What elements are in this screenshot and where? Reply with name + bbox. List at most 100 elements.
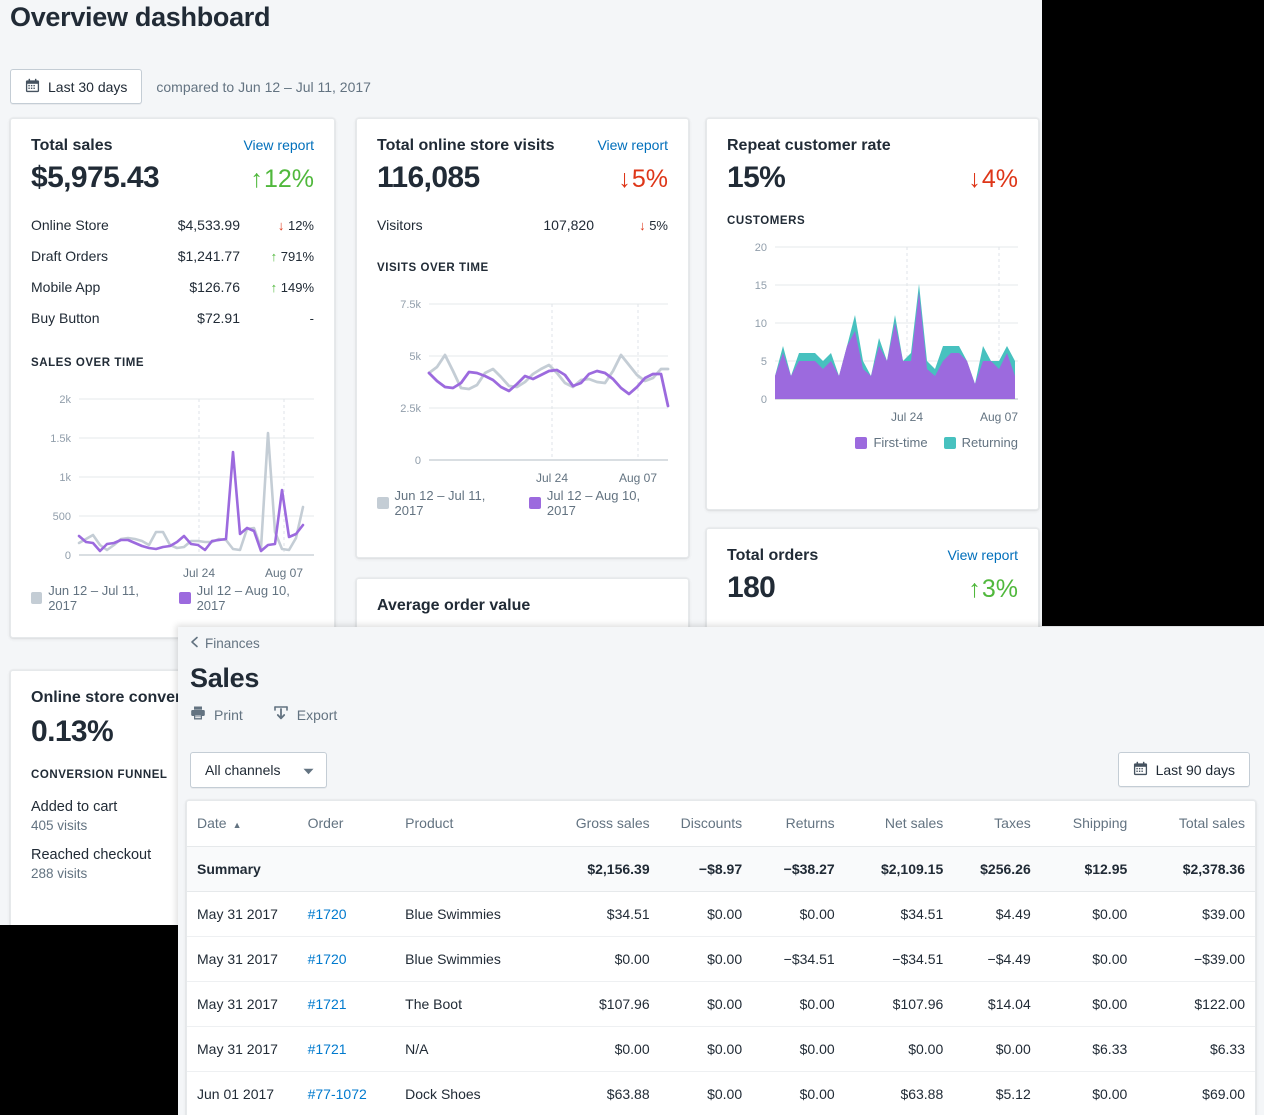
table-row: Online Store $4,533.99 ↓ 12% [31, 217, 314, 248]
card-repeat-customer-rate: Repeat customer rate 15% ↓ 4% CUSTOMERS 2… [706, 118, 1039, 510]
table-row[interactable]: Jun 01 2017 #77-1072 Dock Shoes $63.88 $… [187, 1071, 1255, 1115]
table-row[interactable]: May 31 2017 #1720 Blue Swimmies $34.51 $… [187, 891, 1255, 937]
visits-over-time-label: VISITS OVER TIME [377, 262, 489, 274]
order-link[interactable]: #1721 [308, 1041, 347, 1057]
date-range-row: Last 30 days compared to Jun 12 – Jul 11… [10, 69, 371, 104]
sales-page-title: Sales [190, 663, 260, 693]
column-header-discounts[interactable]: Discounts [659, 801, 753, 847]
legend-item: Jul 12 – Aug 10, 2017 [529, 488, 668, 518]
total-orders-delta-value: 3% [981, 575, 1018, 603]
breadcrumb[interactable]: Finances [190, 636, 260, 651]
column-header-shipping[interactable]: Shipping [1040, 801, 1138, 847]
column-header-returns[interactable]: Returns [752, 801, 845, 847]
print-button[interactable]: Print [190, 705, 243, 724]
cell-product: Blue Swimmies [395, 936, 546, 982]
arrow-up-icon: ↑ [270, 280, 278, 295]
customers-area-chart: 20 15 10 5 0 Jul 24 Aug 07 [727, 235, 1019, 433]
svg-text:1.5k: 1.5k [50, 433, 71, 445]
repeat-rate-title: Repeat customer rate [727, 137, 891, 154]
summary-order [297, 846, 396, 892]
table-row: Mobile App $126.76 ↑ 149% [31, 279, 314, 310]
column-header-taxes[interactable]: Taxes [953, 801, 1041, 847]
table-row[interactable]: May 31 2017 #1721 The Boot $107.96 $0.00… [187, 981, 1255, 1027]
cell-order: #1721 [297, 981, 396, 1027]
customers-chart-legend: First-time Returning [727, 435, 1018, 450]
cell-total: $6.33 [1137, 1026, 1255, 1072]
svg-text:2.5k: 2.5k [400, 403, 421, 415]
total-orders-delta: ↑ 3% [968, 575, 1018, 604]
column-header-gross-sales[interactable]: Gross sales [546, 801, 660, 847]
all-channels-select[interactable]: All channels [190, 752, 327, 788]
cell-order: #1720 [297, 891, 396, 937]
total-sales-breakdown: Online Store $4,533.99 ↓ 12% Draft Order… [31, 217, 314, 341]
table-row: Buy Button $72.91 - [31, 310, 314, 341]
table-summary-row: Summary $2,156.39 −$8.97 −$38.27 $2,109.… [187, 846, 1255, 892]
total-orders-value-row: 180 ↑ 3% [727, 571, 1018, 605]
visits-view-report-link[interactable]: View report [597, 137, 668, 153]
sales-table: Date ▲ Order Product Gross sales Discount… [187, 801, 1255, 1115]
visits-delta-value: 5% [631, 165, 668, 193]
breakdown-name: Visitors [377, 217, 423, 233]
export-button[interactable]: Export [273, 705, 337, 724]
table-row[interactable]: May 31 2017 #1720 Blue Swimmies $0.00 $0… [187, 936, 1255, 982]
cell-gross: $34.51 [546, 891, 660, 937]
svg-text:20: 20 [755, 242, 767, 254]
svg-text:500: 500 [53, 511, 71, 523]
breakdown-value: 107,820 [543, 217, 594, 233]
arrow-up-icon: ↑ [250, 165, 263, 193]
order-link[interactable]: #77-1072 [308, 1086, 367, 1102]
breakdown-value: $4,533.99 [177, 217, 240, 233]
cell-net: $107.96 [844, 981, 954, 1027]
order-link[interactable]: #1720 [308, 951, 347, 967]
total-sales-view-report-link[interactable]: View report [243, 137, 314, 153]
repeat-rate-delta-value: 4% [981, 165, 1018, 193]
customers-area-chart-svg: 20 15 10 5 0 Jul 24 Aug 07 [755, 242, 1019, 424]
summary-total: $2,378.36 [1137, 846, 1255, 892]
cell-product: Blue Swimmies [395, 891, 546, 937]
breakdown-value: $72.91 [197, 310, 240, 326]
column-header-date[interactable]: Date ▲ [187, 801, 298, 847]
cell-total: $122.00 [1137, 981, 1255, 1027]
total-sales-delta: ↑ 12% [250, 165, 314, 194]
sales-line-chart-svg: 2k 1.5k 1k 500 0 Jul 24 Aug 07 [50, 394, 314, 580]
cell-product: Dock Shoes [395, 1071, 546, 1115]
column-header-net-sales[interactable]: Net sales [844, 801, 954, 847]
cell-gross: $63.88 [546, 1071, 660, 1115]
svg-text:Aug 07: Aug 07 [265, 566, 303, 580]
order-link[interactable]: #1720 [308, 906, 347, 922]
summary-label: Summary [187, 846, 298, 892]
customers-label: CUSTOMERS [727, 215, 806, 227]
table-header-row: Date ▲ Order Product Gross sales Discount… [187, 801, 1255, 847]
cell-product: The Boot [395, 981, 546, 1027]
column-header-total-sales[interactable]: Total sales [1137, 801, 1255, 847]
cell-taxes: $4.49 [953, 891, 1041, 937]
cell-returns: $0.00 [752, 981, 845, 1027]
screen-occlusion-right [1042, 0, 1264, 626]
cell-date: May 31 2017 [187, 891, 298, 937]
visits-value-row: 116,085 ↓ 5% [377, 161, 668, 195]
cell-net: $0.00 [844, 1026, 954, 1072]
cell-shipping: $0.00 [1040, 936, 1138, 982]
visits-line-chart-svg: 7.5k 5k 2.5k 0 Jul 24 Aug 07 [400, 299, 670, 485]
visits-value: 116,085 [377, 161, 480, 194]
order-link[interactable]: #1721 [308, 996, 347, 1012]
cell-net: $63.88 [844, 1071, 954, 1115]
cell-date: May 31 2017 [187, 1026, 298, 1072]
total-orders-view-report-link[interactable]: View report [947, 547, 1018, 563]
summary-net: $2,109.15 [844, 846, 954, 892]
cell-discounts: $0.00 [659, 891, 753, 937]
table-row[interactable]: May 31 2017 #1721 N/A $0.00 $0.00 $0.00 … [187, 1026, 1255, 1072]
cell-taxes: $14.04 [953, 981, 1041, 1027]
date-range-button[interactable]: Last 30 days [10, 69, 143, 104]
svg-text:0: 0 [65, 550, 71, 562]
column-header-product[interactable]: Product [395, 801, 546, 847]
page-title: Overview dashboard [10, 2, 271, 32]
legend-swatch-returning [943, 436, 956, 449]
visits-delta: ↓ 5% [618, 165, 668, 194]
repeat-rate-value: 15% [727, 161, 786, 194]
legend-item: First-time [855, 435, 928, 450]
cell-date: Jun 01 2017 [187, 1071, 298, 1115]
sales-date-range-button[interactable]: Last 90 days [1117, 752, 1250, 787]
column-header-order[interactable]: Order [297, 801, 396, 847]
cell-returns: $0.00 [752, 1071, 845, 1115]
